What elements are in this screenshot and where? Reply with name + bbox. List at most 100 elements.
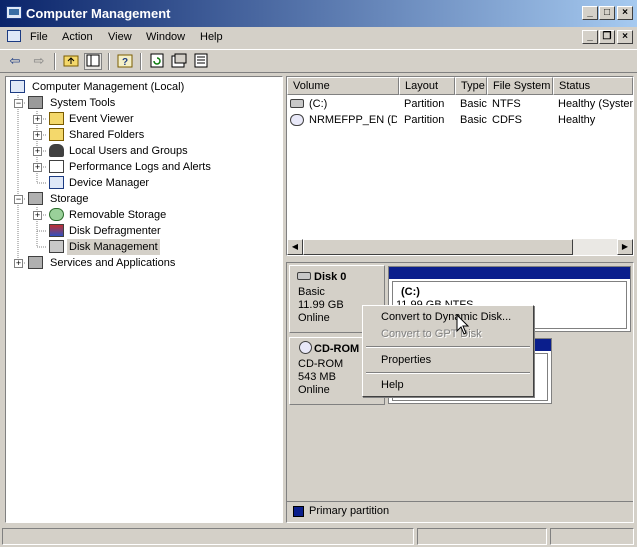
tree-label-storage: Storage bbox=[50, 193, 89, 205]
column-header-volume[interactable]: Volume bbox=[287, 77, 399, 95]
help-icon[interactable]: ? bbox=[116, 53, 134, 70]
scroll-thumb[interactable] bbox=[303, 239, 573, 255]
hard-disk-icon bbox=[297, 272, 311, 280]
legend-label: Primary partition bbox=[309, 505, 390, 517]
disk-status: Online bbox=[298, 312, 330, 324]
show-hide-tree-icon[interactable] bbox=[84, 53, 102, 70]
table-cell: CDFS bbox=[492, 114, 522, 126]
column-header-layout[interactable]: Layout bbox=[399, 77, 455, 95]
horizontal-scrollbar[interactable]: ◀ ▶ bbox=[287, 239, 633, 255]
removable-storage-icon bbox=[49, 208, 64, 221]
status-bar bbox=[0, 526, 637, 547]
minimize-button[interactable]: _ bbox=[582, 6, 598, 20]
menu-separator bbox=[366, 346, 530, 348]
scroll-left-icon[interactable]: ◀ bbox=[287, 239, 303, 255]
disk-management-icon bbox=[49, 240, 64, 253]
expand-icon[interactable]: + bbox=[14, 259, 23, 268]
context-menu: Convert to Dynamic Disk... Convert to GP… bbox=[362, 305, 534, 397]
shared-folder-icon bbox=[49, 128, 64, 141]
menu-bar: File Action View Window Help _ ❐ × bbox=[0, 27, 637, 48]
performance-logs-icon bbox=[49, 160, 64, 173]
legend-bar: Primary partition bbox=[287, 501, 633, 522]
menu-action[interactable]: Action bbox=[62, 31, 93, 43]
refresh-icon[interactable] bbox=[148, 53, 166, 70]
window-title: Computer Management bbox=[26, 6, 171, 21]
column-header-status[interactable]: Status bbox=[553, 77, 633, 95]
disk-status: Online bbox=[298, 384, 330, 396]
scroll-right-icon[interactable]: ▶ bbox=[617, 239, 633, 255]
toolbar-separator bbox=[54, 53, 56, 70]
table-cell: Basic bbox=[460, 98, 487, 110]
expand-icon[interactable]: + bbox=[33, 163, 42, 172]
primary-partition-swatch bbox=[293, 506, 304, 517]
tree-label-local-users: Local Users and Groups bbox=[69, 145, 188, 157]
convert-to-dynamic-disk-menu-item[interactable]: Convert to Dynamic Disk... bbox=[381, 311, 511, 323]
collapse-icon[interactable]: − bbox=[14, 195, 23, 204]
tree-label-disk-defragmenter: Disk Defragmenter bbox=[69, 225, 161, 237]
table-cell: Basic bbox=[460, 114, 487, 126]
storage-icon bbox=[28, 192, 43, 205]
menu-view[interactable]: View bbox=[108, 31, 132, 43]
event-viewer-icon bbox=[49, 112, 64, 125]
status-panel bbox=[550, 528, 634, 545]
expand-icon[interactable]: + bbox=[33, 131, 42, 140]
menu-help[interactable]: Help bbox=[200, 31, 223, 43]
child-minimize-button[interactable]: _ bbox=[582, 30, 598, 44]
table-cell: (C:) bbox=[309, 98, 328, 110]
volume-label: (C:) bbox=[401, 286, 420, 298]
child-restore-button[interactable]: ❐ bbox=[599, 30, 615, 44]
expand-icon[interactable]: + bbox=[33, 115, 42, 124]
services-applications-icon bbox=[28, 256, 43, 269]
properties-icon[interactable] bbox=[170, 53, 188, 70]
disk-defragmenter-icon bbox=[49, 224, 64, 237]
column-header-type[interactable]: Type bbox=[455, 77, 487, 95]
device-manager-icon bbox=[49, 176, 64, 189]
toolbar: ⇦ ⇨ ? bbox=[0, 49, 637, 73]
tree-label-disk-management: Disk Management bbox=[67, 239, 160, 255]
tree-label-device-manager: Device Manager bbox=[69, 177, 150, 189]
disk-type: Basic bbox=[298, 286, 325, 298]
disk-size: 543 MB bbox=[298, 371, 336, 383]
cd-drive-icon bbox=[299, 341, 312, 354]
menu-window[interactable]: Window bbox=[146, 31, 185, 43]
up-one-level-icon[interactable] bbox=[62, 53, 80, 70]
cd-drive-icon bbox=[290, 114, 304, 126]
back-arrow-icon[interactable]: ⇦ bbox=[6, 53, 24, 70]
tree-label-services-apps: Services and Applications bbox=[50, 257, 176, 269]
computer-management-icon bbox=[6, 6, 22, 19]
users-icon bbox=[49, 144, 64, 157]
close-button[interactable]: × bbox=[617, 6, 633, 20]
child-close-button[interactable]: × bbox=[617, 30, 633, 44]
toolbar-separator bbox=[140, 53, 142, 70]
table-cell: NRMEFPP_EN (D:) bbox=[309, 114, 397, 126]
export-list-icon[interactable] bbox=[192, 53, 210, 70]
menu-separator bbox=[366, 372, 530, 374]
forward-arrow-icon[interactable]: ⇨ bbox=[30, 53, 48, 70]
tree-label-root: Computer Management (Local) bbox=[32, 81, 185, 93]
mmc-icon[interactable] bbox=[7, 30, 21, 42]
tree-label-performance-logs: Performance Logs and Alerts bbox=[69, 161, 211, 173]
properties-menu-item[interactable]: Properties bbox=[381, 354, 431, 366]
mouse-pointer-icon bbox=[456, 314, 470, 335]
column-header-file-system[interactable]: File System bbox=[487, 77, 553, 95]
volume-list[interactable]: Volume Layout Type File System Status (C… bbox=[286, 76, 634, 256]
disk-name: CD-ROM bbox=[314, 343, 360, 355]
collapse-icon[interactable]: − bbox=[14, 99, 23, 108]
computer-icon bbox=[10, 80, 25, 93]
expand-icon[interactable]: + bbox=[33, 211, 42, 220]
table-cell: Healthy (System) bbox=[558, 98, 633, 110]
primary-partition-bar bbox=[389, 267, 630, 279]
expand-icon[interactable]: + bbox=[33, 147, 42, 156]
maximize-button[interactable]: □ bbox=[599, 6, 615, 20]
disk-size: 11.99 GB bbox=[298, 299, 344, 311]
table-cell: Partition bbox=[404, 114, 445, 126]
help-menu-item[interactable]: Help bbox=[381, 379, 404, 391]
tree-label-shared-folders: Shared Folders bbox=[69, 129, 145, 141]
title-bar[interactable]: Computer Management _ □ × bbox=[0, 0, 637, 27]
status-panel bbox=[417, 528, 547, 545]
toolbar-separator bbox=[108, 53, 110, 70]
tree-label-removable-storage: Removable Storage bbox=[69, 209, 167, 221]
hard-disk-icon bbox=[290, 99, 304, 108]
console-tree[interactable]: Computer Management (Local) − System Too… bbox=[5, 76, 283, 523]
menu-file[interactable]: File bbox=[30, 31, 48, 43]
